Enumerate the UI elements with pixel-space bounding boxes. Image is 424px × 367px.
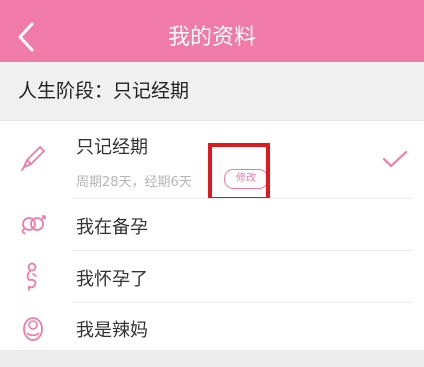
baby-icon <box>23 317 43 341</box>
pen-icon <box>21 146 45 171</box>
highlight-box <box>208 143 270 201</box>
option-pregnant[interactable]: 我怀孕了 <box>0 251 424 303</box>
gender-symbols-icon <box>21 215 46 235</box>
pregnant-icon <box>26 262 37 291</box>
option-new-mom[interactable]: 我是辣妈 <box>0 303 424 351</box>
option-trying-to-conceive[interactable]: 我在备孕 <box>0 199 424 251</box>
option-period-only[interactable]: 只记经期 周期28天，经期6天 修改 <box>0 121 424 201</box>
option-label: 我怀孕了 <box>76 269 148 290</box>
cycle-info: 周期28天，经期6天 <box>76 175 192 190</box>
life-stage-label: 人生阶段：只记经期 <box>18 80 190 102</box>
checkmark-icon <box>382 150 408 168</box>
option-label: 只记经期 <box>76 137 148 158</box>
option-label: 我在备孕 <box>76 217 148 238</box>
life-stage-header: 人生阶段：只记经期 <box>0 62 424 121</box>
option-label: 我是辣妈 <box>76 320 148 341</box>
page-title: 我的资料 <box>167 25 256 50</box>
bottom-spacer <box>0 350 424 367</box>
